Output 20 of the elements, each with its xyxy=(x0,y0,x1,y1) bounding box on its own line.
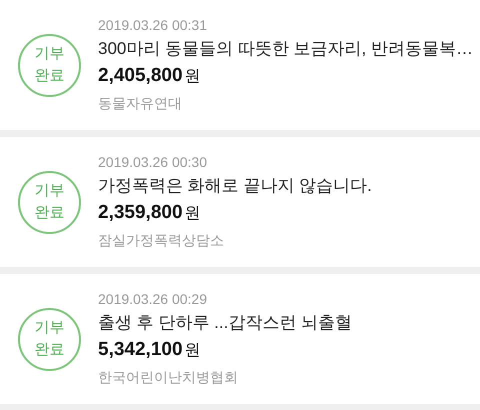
donation-title: 가정폭력은 화해로 끝나지 않습니다. xyxy=(98,174,372,196)
currency-unit: 원 xyxy=(184,66,201,86)
donation-amount: 2,359,800 xyxy=(98,200,183,224)
organization-name: 한국어린이난치병협회 xyxy=(98,368,239,386)
organization-name: 잠실가정폭력상담소 xyxy=(98,230,225,250)
currency-unit: 원 xyxy=(184,204,201,224)
status-label: 기부 완료 xyxy=(34,44,66,86)
donation-date: 2019.03.26 00:30 xyxy=(98,152,208,172)
organization-name: 동물자유연대 xyxy=(98,94,183,112)
donation-date: 2019.03.26 00:29 xyxy=(98,290,208,308)
donation-date: 2019.03.26 00:31 xyxy=(98,16,208,34)
status-label: 기부 완료 xyxy=(34,318,66,360)
donation-card[interactable]: 기부 완료 2019.03.26 00:31 300마리 동물들의 따뜻한 보금자리, 반려동물복… 2,405,800 원 동물자유연대 xyxy=(0,0,480,130)
donation-amount: 5,342,100 xyxy=(98,338,183,362)
donation-amount: 2,405,800 xyxy=(98,64,183,88)
donation-card[interactable]: 기부 완료 2019.03.26 00:30 가정폭력은 화해로 끝나지 않습니다. 2,359,800 원 잠실가정폭력상담소 xyxy=(0,137,480,267)
donation-title: 출생 후 단하루 ...갑작스런 뇌출혈 xyxy=(98,312,352,334)
donation-card[interactable]: 기부 완료 2019.03.26 00:29 출생 후 단하루 ...갑작스런 뇌출혈 5,342,100 원 한국어린이난치병협회 xyxy=(0,274,480,404)
status-label: 기부 완료 xyxy=(34,181,66,223)
currency-unit: 원 xyxy=(184,340,201,360)
